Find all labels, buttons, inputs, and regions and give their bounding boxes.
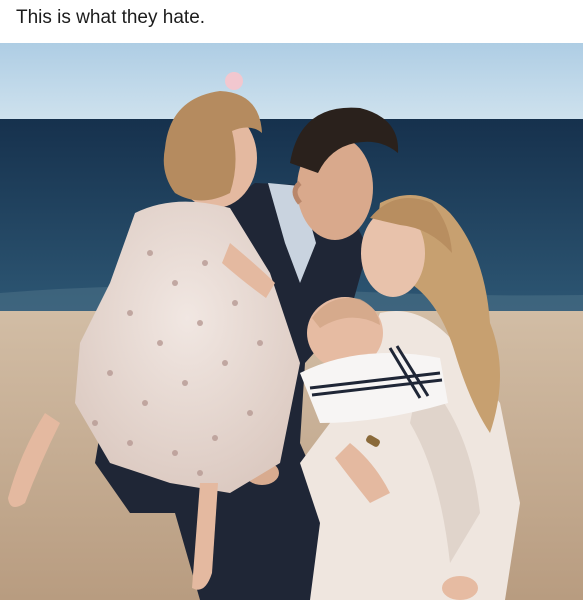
post-photo[interactable]: [0, 43, 583, 600]
sky: [0, 43, 583, 121]
baby-leg: [442, 576, 478, 600]
post-caption: This is what they hate.: [16, 7, 206, 28]
social-post: This is what they hate.: [0, 0, 583, 600]
girl-hair-bow: [225, 72, 243, 90]
